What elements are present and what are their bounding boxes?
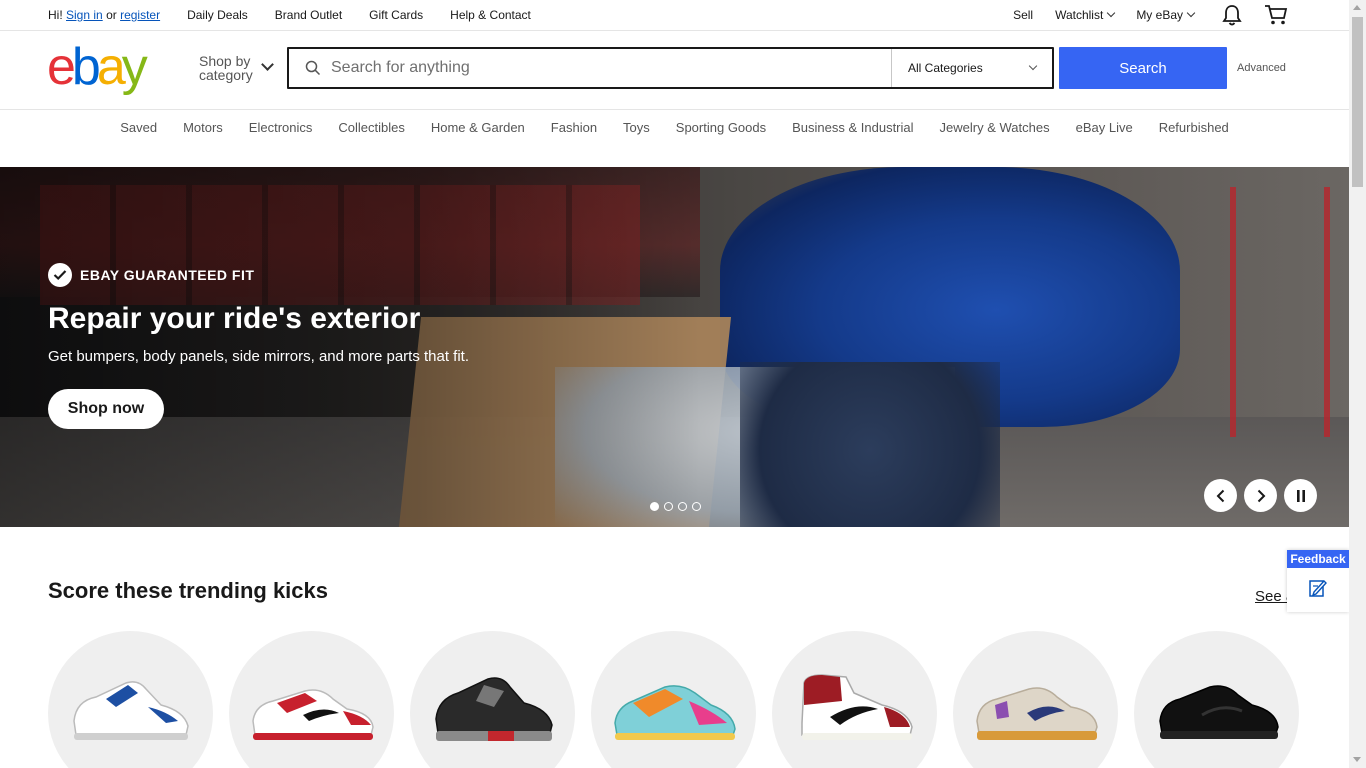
feedback-label: Feedback	[1287, 550, 1349, 568]
category-nav: Saved Motors Electronics Collectibles Ho…	[0, 110, 1349, 144]
kick-item[interactable]	[772, 631, 937, 768]
advanced-search-link[interactable]: Advanced	[1237, 62, 1286, 74]
shop-now-button[interactable]: Shop now	[48, 389, 164, 429]
hero-title: Repair your ride's exterior	[48, 302, 421, 335]
hero-tool-cart-image	[1230, 187, 1330, 437]
my-ebay-dropdown[interactable]: My eBay	[1136, 8, 1196, 22]
badge-text: EBAY GUARANTEED FIT	[80, 267, 255, 283]
register-link[interactable]: register	[120, 8, 160, 22]
shop-by-line2: category	[199, 67, 253, 83]
nav-ebay-live[interactable]: eBay Live	[1076, 120, 1133, 135]
my-ebay-label: My eBay	[1136, 8, 1183, 22]
nav-collectibles[interactable]: Collectibles	[338, 120, 404, 135]
search-button[interactable]: Search	[1059, 47, 1227, 89]
logo-letter-b: b	[71, 38, 101, 96]
watchlist-dropdown[interactable]: Watchlist	[1055, 8, 1116, 22]
ebay-logo[interactable]: ebay	[47, 38, 148, 96]
carousel-dot[interactable]	[650, 502, 659, 511]
shop-by-line1: Shop by	[199, 53, 251, 69]
logo-letter-e: e	[47, 38, 76, 96]
shoe-image	[73, 681, 189, 740]
nav-jewelry-watches[interactable]: Jewelry & Watches	[940, 120, 1050, 135]
shop-by-category-button[interactable]: Shop by category	[199, 54, 253, 82]
nav-home-garden[interactable]: Home & Garden	[431, 120, 525, 135]
kick-item[interactable]	[229, 631, 394, 768]
search-icon	[305, 60, 321, 76]
nav-sporting-goods[interactable]: Sporting Goods	[676, 120, 766, 135]
gift-cards-link[interactable]: Gift Cards	[369, 8, 423, 22]
nav-electronics[interactable]: Electronics	[249, 120, 313, 135]
nav-toys[interactable]: Toys	[623, 120, 650, 135]
feedback-icon	[1287, 578, 1349, 598]
kick-item[interactable]	[1134, 631, 1299, 768]
guaranteed-fit-badge: EBAY GUARANTEED FIT	[48, 263, 469, 287]
logo-letter-y: y	[121, 38, 148, 96]
carousel-dot[interactable]	[692, 502, 701, 511]
daily-deals-link[interactable]: Daily Deals	[187, 8, 248, 22]
greeting: Hi!	[48, 8, 63, 22]
feedback-widget[interactable]: Feedback	[1287, 550, 1349, 612]
hero-mechanic-image	[740, 362, 1000, 527]
logo-letter-a: a	[96, 38, 126, 96]
kick-item[interactable]	[48, 631, 213, 768]
carousel-next-button[interactable]	[1244, 479, 1277, 512]
checkmark-icon	[48, 263, 72, 287]
hero-banner[interactable]: EBAY GUARANTEED FIT Repair your ride's e…	[0, 167, 1349, 527]
or-text: or	[106, 8, 117, 22]
nav-saved[interactable]: Saved	[120, 120, 157, 135]
shoe-image	[801, 674, 913, 740]
hero-subtitle: Get bumpers, body panels, side mirrors, …	[48, 348, 470, 365]
scrollbar-thumb[interactable]	[1352, 17, 1363, 187]
shoe-image	[976, 687, 1098, 740]
shoe-image	[614, 685, 736, 740]
carousel-dots	[650, 502, 706, 511]
search-box: All Categories	[287, 47, 1054, 89]
top-left-links: Hi! Sign in or register Daily Deals Bran…	[48, 8, 531, 22]
kick-item[interactable]	[591, 631, 756, 768]
nav-refurbished[interactable]: Refurbished	[1159, 120, 1229, 135]
chevron-right-icon	[1257, 489, 1265, 502]
cart-icon[interactable]	[1264, 4, 1288, 26]
help-contact-link[interactable]: Help & Contact	[450, 8, 531, 22]
main-header: ebay Shop by category All Categories Sea…	[0, 31, 1349, 110]
chevron-left-icon	[1216, 489, 1224, 502]
page-scrollbar[interactable]	[1349, 0, 1366, 768]
carousel-prev-button[interactable]	[1204, 479, 1237, 512]
kick-item[interactable]	[410, 631, 575, 768]
see-all-link[interactable]: See all	[1255, 588, 1289, 605]
shoe-image	[1159, 685, 1279, 739]
bell-icon[interactable]	[1222, 4, 1242, 26]
brand-outlet-link[interactable]: Brand Outlet	[275, 8, 342, 22]
shoe-image	[435, 677, 553, 741]
nav-motors[interactable]: Motors	[183, 120, 223, 135]
carousel-dot[interactable]	[678, 502, 687, 511]
nav-business-industrial[interactable]: Business & Industrial	[792, 120, 913, 135]
category-select[interactable]: All Categories	[892, 49, 1052, 87]
top-right-links: Sell Watchlist My eBay	[991, 4, 1288, 26]
chevron-down-icon	[1028, 61, 1038, 71]
chevron-down-icon	[1107, 8, 1116, 18]
top-utility-bar: Hi! Sign in or register Daily Deals Bran…	[0, 0, 1349, 31]
search-field	[289, 49, 892, 87]
sell-link[interactable]: Sell	[1013, 8, 1033, 22]
shoe-image	[252, 689, 374, 740]
kick-item[interactable]	[953, 631, 1118, 768]
chevron-down-icon	[1186, 8, 1196, 18]
pause-icon	[1296, 489, 1305, 502]
search-input[interactable]	[331, 59, 851, 77]
scroll-down-arrow-icon[interactable]	[1353, 757, 1361, 762]
carousel-dot[interactable]	[664, 502, 673, 511]
category-select-label: All Categories	[908, 61, 983, 75]
carousel-pause-button[interactable]	[1284, 479, 1317, 512]
scroll-up-arrow-icon[interactable]	[1353, 5, 1361, 10]
trending-kicks-list	[48, 631, 1315, 768]
sign-in-link[interactable]: Sign in	[66, 8, 103, 22]
watchlist-label: Watchlist	[1055, 8, 1104, 22]
chevron-down-icon[interactable]	[261, 58, 274, 71]
trending-section-title: Score these trending kicks	[48, 578, 328, 603]
hero-content: EBAY GUARANTEED FIT Repair your ride's e…	[48, 263, 469, 429]
nav-fashion[interactable]: Fashion	[551, 120, 597, 135]
